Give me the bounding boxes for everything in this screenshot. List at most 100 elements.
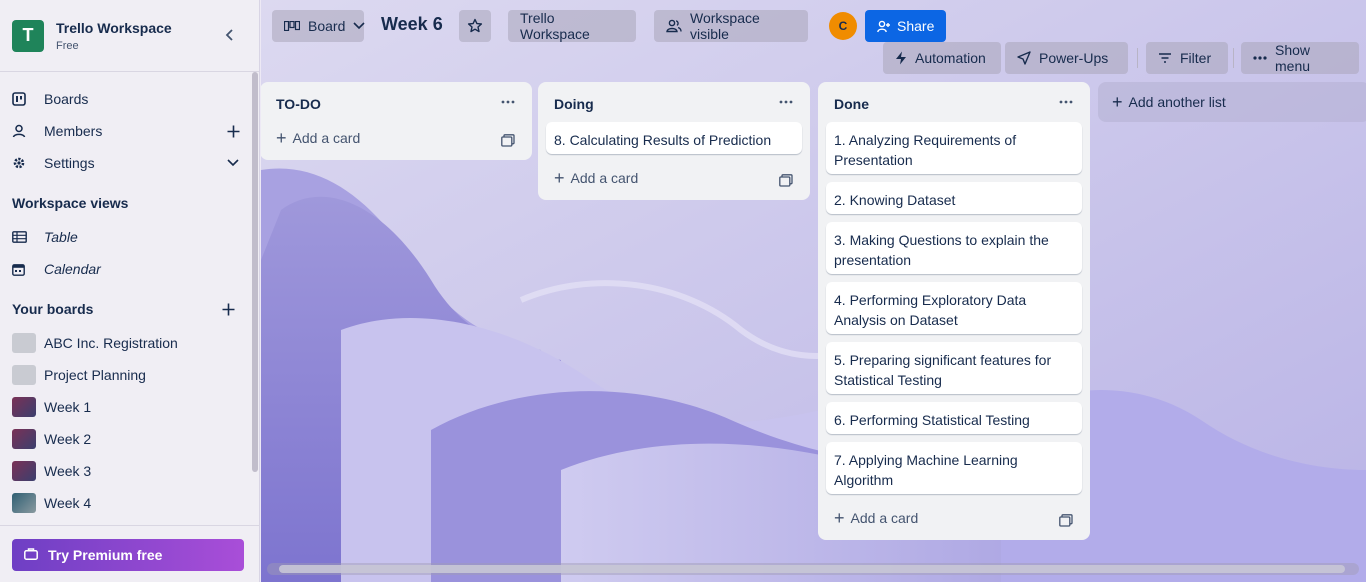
plus-icon: +	[834, 508, 845, 528]
visibility-button[interactable]: Workspace visible	[654, 10, 808, 42]
star-icon	[467, 18, 483, 33]
members-icon	[12, 121, 36, 141]
sidebar-item-settings[interactable]: Settings	[12, 149, 243, 177]
sidebar-item-calendar[interactable]: Calendar	[12, 255, 243, 283]
workspace-button-label: Trello Workspace	[520, 10, 590, 42]
add-card-label: Add a card	[850, 510, 919, 526]
plus-icon: +	[276, 128, 287, 148]
sidebar-board-week-4[interactable]: Week 4	[12, 489, 243, 517]
boards-icon	[12, 89, 36, 109]
power-ups-button[interactable]: Power-Ups	[1005, 42, 1128, 74]
create-from-template-icon[interactable]	[778, 172, 794, 188]
workspace-header[interactable]: T Trello Workspace Free	[0, 0, 259, 72]
power-ups-label: Power-Ups	[1039, 50, 1109, 66]
list-menu-button[interactable]	[1056, 94, 1076, 110]
board-view-icon	[284, 21, 300, 31]
workspace-views-heading: Workspace views	[12, 195, 129, 211]
more-horizontal-icon	[501, 100, 515, 104]
sidebar-item-label: Table	[44, 229, 78, 245]
list-doing: Doing 8. Calculating Results of Predicti…	[538, 82, 810, 200]
board-thumbnail	[12, 333, 36, 353]
card[interactable]: 1. Analyzing Requirements of Presentatio…	[826, 122, 1082, 174]
board-thumbnail	[12, 493, 36, 513]
workspace-plan: Free	[56, 39, 79, 52]
sidebar-divider	[0, 525, 260, 526]
list-done: Done 1. Analyzing Requirements of Presen…	[818, 82, 1090, 540]
board-label: Week 4	[44, 495, 92, 511]
sidebar-board-week-1[interactable]: Week 1	[12, 393, 243, 421]
chevron-down-icon[interactable]	[223, 153, 243, 173]
add-member-plus-icon[interactable]	[223, 121, 243, 141]
list-title[interactable]: Doing	[554, 96, 594, 112]
board-thumbnail	[12, 397, 36, 417]
card[interactable]: 7. Applying Machine Learning Algorithm	[826, 442, 1082, 494]
workspace-logo: T	[12, 19, 44, 52]
board-label: Week 1	[44, 399, 92, 415]
sidebar-item-label: Settings	[44, 155, 95, 171]
filter-button[interactable]: Filter	[1146, 42, 1228, 74]
sidebar-board-week-2[interactable]: Week 2	[12, 425, 243, 453]
show-menu-button[interactable]: Show menu	[1241, 42, 1359, 74]
card[interactable]: 6. Performing Statistical Testing	[826, 402, 1082, 434]
create-from-template-icon[interactable]	[1058, 512, 1074, 528]
sidebar-board-abc-inc-registration[interactable]: ABC Inc. Registration	[12, 329, 243, 357]
briefcase-icon	[24, 547, 38, 563]
chevron-down-icon	[353, 22, 365, 30]
card[interactable]: 2. Knowing Dataset	[826, 182, 1082, 214]
card[interactable]: 4. Performing Exploratory Data Analysis …	[826, 282, 1082, 334]
calendar-icon	[12, 259, 36, 279]
automation-button[interactable]: Automation	[883, 42, 1001, 74]
star-board-button[interactable]	[459, 10, 491, 42]
card[interactable]: 3. Making Questions to explain the prese…	[826, 222, 1082, 274]
premium-label: Try Premium free	[48, 547, 163, 563]
sidebar-board-project-planning[interactable]: Project Planning	[12, 361, 243, 389]
add-another-list-button[interactable]: + Add another list	[1098, 82, 1366, 122]
sidebar-item-label: Boards	[44, 91, 89, 107]
list-title[interactable]: TO-DO	[276, 96, 321, 112]
rocket-icon	[1017, 51, 1031, 65]
board-title[interactable]: Week 6	[381, 14, 443, 35]
card[interactable]: 8. Calculating Results of Prediction	[546, 122, 802, 154]
settings-icon	[12, 153, 36, 173]
add-card-button[interactable]: + Add a card	[276, 128, 361, 148]
sidebar-board-week-3[interactable]: Week 3	[12, 457, 243, 485]
workspace-button[interactable]: Trello Workspace	[508, 10, 636, 42]
toolbar-divider	[1233, 48, 1234, 68]
view-switcher-label: Board	[308, 18, 346, 34]
board-label: Project Planning	[44, 367, 146, 383]
sidebar-scrollbar[interactable]	[252, 72, 258, 472]
add-card-button[interactable]: + Add a card	[554, 169, 639, 187]
board-label: Week 2	[44, 431, 92, 447]
board-thumbnail	[12, 461, 36, 481]
sidebar: T Trello Workspace Free Boards Members S…	[0, 0, 260, 582]
your-boards-heading: Your boards	[12, 301, 94, 317]
add-card-button[interactable]: + Add a card	[834, 508, 919, 528]
member-avatar[interactable]: C	[829, 12, 857, 40]
create-from-template-icon[interactable]	[500, 132, 516, 148]
try-premium-button[interactable]: Try Premium free	[12, 539, 244, 571]
filter-label: Filter	[1180, 50, 1212, 66]
view-switcher-button[interactable]: Board	[272, 10, 365, 42]
list-title[interactable]: Done	[834, 96, 869, 112]
card[interactable]: 5. Preparing significant features for St…	[826, 342, 1082, 394]
create-board-plus-icon[interactable]	[222, 295, 242, 323]
automation-label: Automation	[915, 50, 986, 66]
add-list-label: Add another list	[1128, 94, 1226, 110]
board-label: ABC Inc. Registration	[44, 335, 178, 351]
horizontal-scrollbar-thumb[interactable]	[279, 565, 1345, 573]
sidebar-item-members[interactable]: Members	[12, 117, 243, 145]
sidebar-item-label: Calendar	[44, 261, 101, 277]
list-menu-button[interactable]	[498, 94, 518, 110]
plus-icon: +	[1112, 91, 1123, 112]
board-thumbnail	[12, 429, 36, 449]
list-menu-button[interactable]	[776, 94, 796, 110]
sidebar-item-table[interactable]: Table	[12, 223, 243, 251]
collapse-sidebar-button[interactable]	[221, 26, 239, 44]
share-button[interactable]: Share	[865, 10, 947, 42]
add-person-icon	[877, 20, 891, 33]
sidebar-item-boards[interactable]: Boards	[12, 85, 243, 113]
add-card-label: Add a card	[292, 130, 361, 146]
toolbar-divider	[1137, 48, 1138, 68]
share-label: Share	[897, 18, 935, 34]
add-card-label: Add a card	[570, 170, 639, 186]
